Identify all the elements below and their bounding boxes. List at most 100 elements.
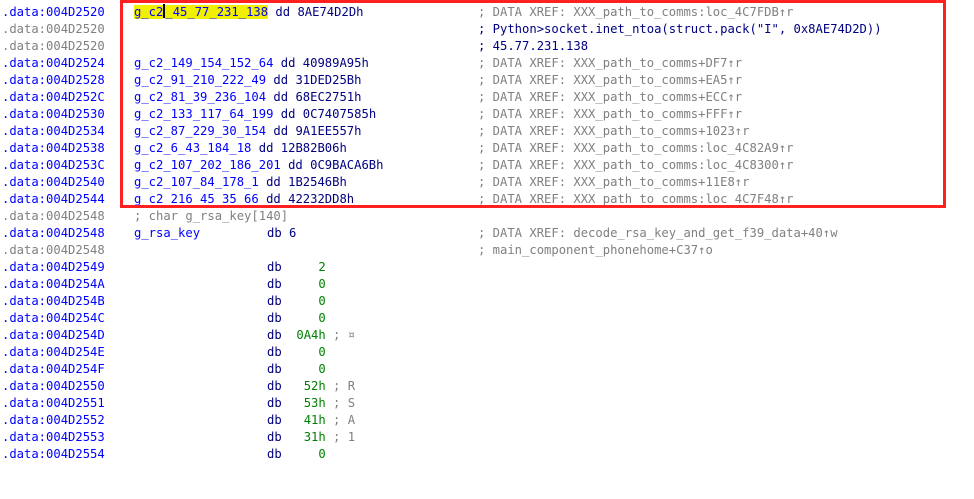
byte-value: 0 xyxy=(289,311,326,325)
listing-line[interactable]: .data:004D254E db 0 xyxy=(0,344,974,361)
comment: ; DATA XREF: XXX_path_to_comms:loc_4C7F4… xyxy=(478,192,794,206)
listing-line[interactable]: .data:004D2548 ; char g_rsa_key[140] xyxy=(0,208,974,225)
listing-line[interactable]: .data:004D2524 g_c2_149_154_152_64 dd 409… xyxy=(0,55,974,72)
listing-line[interactable]: .data:004D2554 db 0 xyxy=(0,446,974,463)
address: .data:004D2528 xyxy=(2,73,105,87)
value: 9A1EE557h xyxy=(295,124,362,138)
listing-line[interactable]: .data:004D254C db 0 xyxy=(0,310,974,327)
listing-line[interactable]: .data:004D253C g_c2_107_202_186_201 dd 0C… xyxy=(0,157,974,174)
db-keyword: db xyxy=(267,430,290,444)
listing-line[interactable]: .data:004D2528 g_c2_91_210_222_49 dd 31DE… xyxy=(0,72,974,89)
comment: ; DATA XREF: XXX_path_to_comms:loc_4C7FD… xyxy=(478,5,794,19)
char-comment: ; S xyxy=(325,396,356,410)
address: .data:004D2538 xyxy=(2,141,105,155)
listing-line[interactable]: .data:004D2534 g_c2_87_229_30_154 dd 9A1E… xyxy=(0,123,974,140)
listing-line[interactable]: .data:004D2551 db 53h ; S xyxy=(0,395,974,412)
directive: db 0 xyxy=(267,276,326,293)
char-comment: ; ¤ xyxy=(325,328,356,342)
value: 8AE74D2Dh xyxy=(297,5,364,19)
listing-line[interactable]: .data:004D2538 g_c2_6_43_184_18 dd 12B82B… xyxy=(0,140,974,157)
byte-value: 0 xyxy=(289,362,326,376)
directive: dd xyxy=(273,107,303,121)
symbol-name[interactable]: g_c2_81_39_236_104 dd 68EC2751h xyxy=(134,89,361,106)
char-comment: ; R xyxy=(325,379,356,393)
symbol-name[interactable]: g_c2_107_84_178_1 dd 1B2546Bh xyxy=(134,174,347,191)
address: .data:004D252C xyxy=(2,90,105,104)
char-comment: ; 1 xyxy=(325,430,356,444)
symbol-highlight-rest: _45_77_231_138 xyxy=(165,5,269,19)
listing-line[interactable]: .data:004D252C g_c2_81_39_236_104 dd 68EC… xyxy=(0,89,974,106)
address: .data:004D2554 xyxy=(2,447,105,461)
directive: dd xyxy=(268,5,298,19)
listing-line[interactable]: .data:004D2548 g_rsa_key db 6 ; DATA XREF: … xyxy=(0,225,974,242)
directive: dd xyxy=(266,90,296,104)
address: .data:004D2550 xyxy=(2,379,105,393)
listing-line[interactable]: .data:004D2552 db 41h ; A xyxy=(0,412,974,429)
directive: dd xyxy=(266,73,296,87)
address: .data:004D253C xyxy=(2,158,105,172)
disassembly-view[interactable]: .data:004D2520 g_c2 _45_77_231_138 dd 8AE7… xyxy=(0,0,974,499)
directive: db 0 xyxy=(267,446,326,463)
byte-value: 0 xyxy=(289,447,326,461)
db-keyword: db xyxy=(267,379,290,393)
listing-line[interactable]: .data:004D2544 g_c2_216_45_35_66 dd 42232… xyxy=(0,191,974,208)
directive: db 0 xyxy=(267,310,326,327)
symbol-name[interactable]: g_c2_149_154_152_64 dd 40989A95h xyxy=(134,55,369,72)
listing-line[interactable]: .data:004D2553 db 31h ; 1 xyxy=(0,429,974,446)
comment: ; DATA XREF: XXX_path_to_comms+EA5↑r xyxy=(478,73,743,87)
symbol-name[interactable]: g_c2_107_202_186_201 dd 0C9BACA6Bh xyxy=(134,157,383,174)
address: .data:004D2551 xyxy=(2,396,105,410)
comment: ; Python>socket.inet_ntoa(struct.pack("I… xyxy=(478,22,882,36)
listing-line[interactable]: .data:004D2520 g_c2 _45_77_231_138 dd 8AE7… xyxy=(0,4,974,21)
symbol-name[interactable]: g_c2_87_229_30_154 dd 9A1EE557h xyxy=(134,123,361,140)
address: .data:004D254C xyxy=(2,311,105,325)
listing-line[interactable]: .data:004D2549 db 2 xyxy=(0,259,974,276)
listing-line[interactable]: .data:004D254F db 0 xyxy=(0,361,974,378)
comment: ; DATA XREF: XXX_path_to_comms:loc_4C830… xyxy=(478,158,794,172)
symbol-name[interactable]: g_c2_6_43_184_18 dd 12B82B06h xyxy=(134,140,347,157)
comment: ; DATA XREF: XXX_path_to_comms+1023↑r xyxy=(478,124,750,138)
listing-line[interactable]: .data:004D254A db 0 xyxy=(0,276,974,293)
byte-value: 6 xyxy=(289,226,297,240)
address: .data:004D254A xyxy=(2,277,105,291)
value: 0C7407585h xyxy=(302,107,377,121)
byte-value: 0 xyxy=(289,345,326,359)
byte-value: 53h xyxy=(289,396,326,410)
address: .data:004D2552 xyxy=(2,413,105,427)
comment: ; DATA XREF: XXX_path_to_comms:loc_4C82A… xyxy=(478,141,794,155)
address: .data:004D2548 xyxy=(2,209,105,223)
db-keyword: db xyxy=(267,447,290,461)
symbol-name[interactable]: g_c2_91_210_222_49 dd 31DED25Bh xyxy=(134,72,361,89)
address: .data:004D2534 xyxy=(2,124,105,138)
db-keyword: db xyxy=(267,396,290,410)
directive: db 53h ; S xyxy=(267,395,355,412)
listing-line[interactable]: .data:004D254B db 0 xyxy=(0,293,974,310)
db-keyword: db xyxy=(267,413,290,427)
directive: dd xyxy=(258,175,289,189)
listing-line[interactable]: .data:004D2548 ; main_component_phonehome… xyxy=(0,242,974,259)
listing-line[interactable]: .data:004D2540 g_c2_107_84_178_1 dd 1B254… xyxy=(0,174,974,191)
value: 42232DD8h xyxy=(288,192,355,206)
symbol-name[interactable]: g_c2_216_45_35_66 dd 42232DD8h xyxy=(134,191,354,208)
db-keyword: db xyxy=(267,277,290,291)
listing-line[interactable]: .data:004D254D db 0A4h ; ¤ xyxy=(0,327,974,344)
byte-value: 41h xyxy=(289,413,326,427)
directive: db 0 xyxy=(267,293,326,310)
symbol-name[interactable]: g_rsa_key xyxy=(134,225,200,242)
directive: db 41h ; A xyxy=(267,412,355,429)
listing-line[interactable]: .data:004D2520 ; 45.77.231.138 xyxy=(0,38,974,55)
db-keyword: db xyxy=(267,362,290,376)
directive: dd xyxy=(273,56,303,70)
symbol-name[interactable]: g_c2_133_117_64_199 dd 0C7407585h xyxy=(134,106,376,123)
listing-line[interactable]: .data:004D2550 db 52h ; R xyxy=(0,378,974,395)
value: 31DED25Bh xyxy=(295,73,362,87)
symbol-name[interactable]: g_c2 _45_77_231_138 dd 8AE74D2Dh xyxy=(134,4,364,21)
listing-line[interactable]: .data:004D2520 ; Python>socket.inet_ntoa(… xyxy=(0,21,974,38)
value: 0C9BACA6Bh xyxy=(310,158,384,172)
listing-line[interactable]: .data:004D2530 g_c2_133_117_64_199 dd 0C7… xyxy=(0,106,974,123)
address: .data:004D2520 xyxy=(2,22,105,36)
db-keyword: db xyxy=(267,226,290,240)
address: .data:004D2540 xyxy=(2,175,105,189)
db-keyword: db xyxy=(267,260,290,274)
db-keyword: db xyxy=(267,294,290,308)
